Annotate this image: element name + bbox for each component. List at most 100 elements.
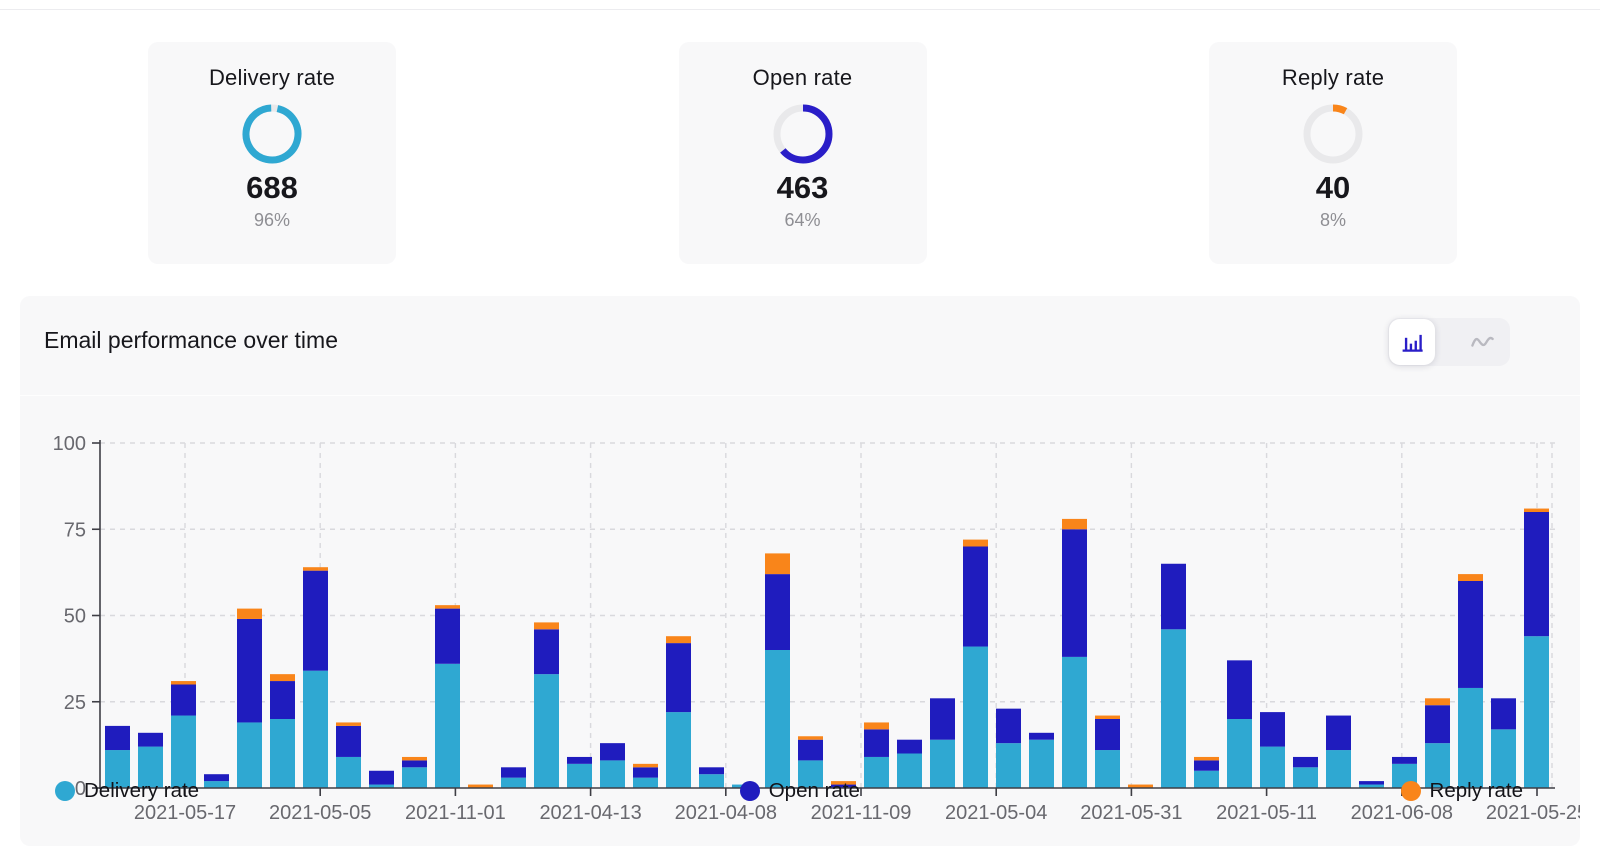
bar-segment <box>1095 715 1120 719</box>
bar-segment <box>1425 705 1450 744</box>
bar-segment <box>633 763 658 768</box>
bar-segment <box>567 756 592 764</box>
svg-text:2021-05-05: 2021-05-05 <box>269 802 371 824</box>
bar-segment <box>237 608 262 619</box>
bar-segment <box>171 681 196 685</box>
bar-segment <box>864 722 889 730</box>
bar-segment <box>1524 512 1549 637</box>
bar-segment <box>435 608 460 664</box>
svg-text:2021-05-17: 2021-05-17 <box>134 802 236 824</box>
stat-value: 40 <box>1315 170 1351 205</box>
svg-text:2021-05-11: 2021-05-11 <box>1216 802 1317 824</box>
bar-segment <box>534 674 559 788</box>
top-divider <box>0 9 1600 10</box>
bar-segment <box>501 767 526 778</box>
line-chart-toggle-button[interactable] <box>1454 318 1510 366</box>
bar-segment <box>699 767 724 775</box>
stat-card-title: Reply rate <box>1281 65 1385 90</box>
line-chart-icon <box>1469 327 1496 357</box>
bar-segment <box>105 725 130 751</box>
bar-segment <box>1227 719 1252 788</box>
svg-text:100: 100 <box>53 433 86 455</box>
bar-segment <box>930 698 955 740</box>
stat-card-open: Open rate 463 64% <box>678 42 927 264</box>
bar-segment <box>138 732 163 747</box>
bar-segment <box>963 539 988 547</box>
svg-text:25: 25 <box>64 692 86 714</box>
bar-segment <box>1062 518 1087 530</box>
chart-title: Email performance over time <box>44 327 338 353</box>
bar-segment <box>435 605 460 609</box>
stat-percent: 64% <box>784 210 821 230</box>
legend-item-reply-rate[interactable]: Reply rate <box>1400 779 1523 803</box>
bar-segment <box>1029 732 1054 740</box>
svg-text:2021-05-25: 2021-05-25 <box>1486 802 1580 824</box>
svg-text:2021-11-01: 2021-11-01 <box>405 802 506 824</box>
bar-segment <box>897 739 922 754</box>
bar-segment <box>270 681 295 719</box>
bar-segment <box>1062 656 1087 788</box>
bars-group[interactable] <box>105 508 1549 788</box>
legend-label: Reply rate <box>1429 779 1523 802</box>
bar-segment <box>1326 715 1351 751</box>
bar-segment <box>1425 698 1450 706</box>
email-performance-chart[interactable]: 02550751002021-05-17 2021-05-05 2021-11-01… <box>40 400 1580 826</box>
svg-text:2021-04-08: 2021-04-08 <box>675 802 777 824</box>
panel-header: Email performance over time <box>20 296 1580 396</box>
delivery-rate-ring-chart <box>242 104 302 164</box>
bar-segment <box>435 663 460 788</box>
bar-segment <box>1524 508 1549 512</box>
bar-segment <box>303 570 328 671</box>
bar-segment <box>1392 756 1417 764</box>
bar-segment <box>1227 660 1252 719</box>
bar-segment <box>303 567 328 571</box>
bar-segment <box>336 725 361 757</box>
svg-text:2021-04-13: 2021-04-13 <box>539 802 641 824</box>
svg-text:2021-05-04: 2021-05-04 <box>945 802 1047 824</box>
chart-legend: Delivery rate Open rate Reply rate <box>55 779 1523 803</box>
bar-segment <box>765 650 790 788</box>
stat-percent: 8% <box>1319 210 1346 230</box>
bar-segment <box>336 722 361 726</box>
bar-segment <box>402 756 427 761</box>
stat-card-delivery: Delivery rate 688 96% <box>148 42 396 264</box>
bar-segment <box>864 729 889 757</box>
bar-segment <box>1194 756 1219 761</box>
stat-card-title: Delivery rate <box>208 65 336 90</box>
legend-item-delivery-rate[interactable]: Delivery rate <box>55 779 199 803</box>
bar-segment <box>1260 712 1285 747</box>
bar-segment <box>270 674 295 682</box>
bar-chart-toggle-button[interactable] <box>1389 319 1435 365</box>
stat-card-title: Open rate <box>752 65 853 90</box>
bar-segment <box>798 736 823 740</box>
delivery-rate-legend-dot <box>55 781 75 801</box>
bar-segment <box>1062 529 1087 657</box>
svg-text:2021-11-09: 2021-11-09 <box>811 802 912 824</box>
bar-segment <box>1491 698 1516 730</box>
legend-label: Delivery rate <box>84 779 200 802</box>
bar-segment <box>1458 687 1483 788</box>
bar-segment <box>1194 760 1219 771</box>
bar-segment <box>171 715 196 788</box>
bar-segment <box>963 646 988 788</box>
bar-segment <box>534 629 559 675</box>
bar-segment <box>237 618 262 723</box>
legend-label: Open rate <box>768 779 860 802</box>
stat-percent: 96% <box>253 210 291 230</box>
chart-type-toggle <box>1388 318 1510 366</box>
bar-segment <box>765 574 790 650</box>
stat-value: 688 <box>246 170 298 205</box>
legend-item-open-rate[interactable]: Open rate <box>739 779 860 803</box>
bar-segment <box>666 636 691 644</box>
stat-cards-row: Delivery rate 688 96% Open rate 463 64% … <box>148 42 1457 264</box>
svg-text:75: 75 <box>64 519 86 541</box>
open-rate-legend-dot <box>739 781 760 801</box>
bar-segment <box>1161 563 1186 630</box>
bar-segment <box>666 643 691 713</box>
bar-segment <box>633 767 658 778</box>
bar-segment <box>1458 574 1483 581</box>
email-performance-panel: Email performance over time 0 25 50 75 100 20… <box>20 296 1580 846</box>
bar-segment <box>1458 581 1483 688</box>
bar-segment <box>963 546 988 647</box>
stat-card-reply: Reply rate 40 8% <box>1209 42 1457 264</box>
